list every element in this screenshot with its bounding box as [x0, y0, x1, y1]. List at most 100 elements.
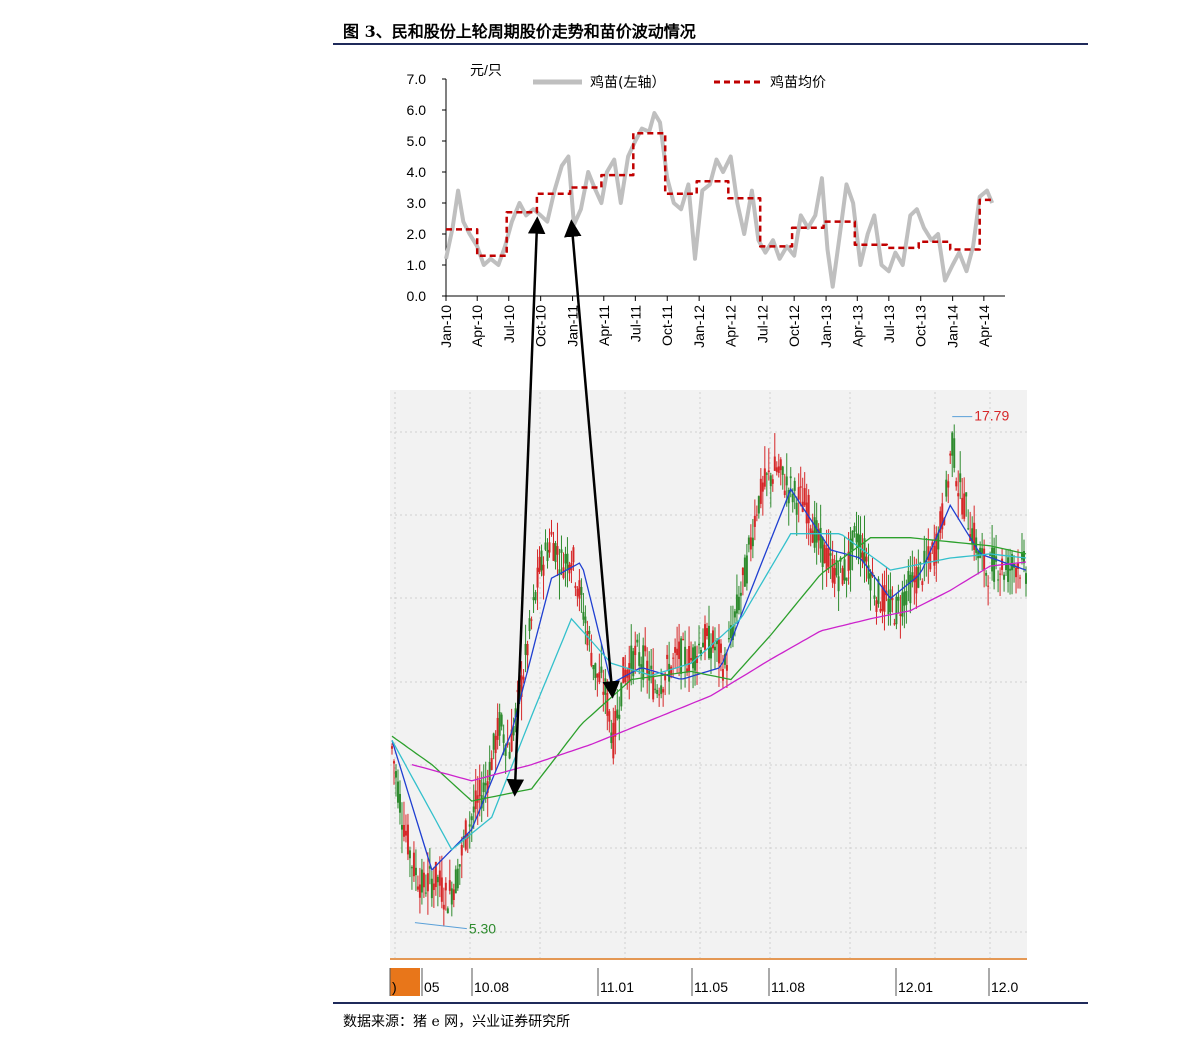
top-y-tick-label: 7.0 [407, 71, 427, 87]
candle-body [1005, 564, 1008, 571]
candle-body [560, 549, 563, 553]
candle-body [997, 579, 1000, 581]
candle-body [618, 714, 621, 720]
candle-body [692, 647, 695, 669]
candle-body [749, 537, 752, 550]
candle-body [456, 868, 459, 889]
candle-body [418, 884, 421, 898]
candle-body [727, 638, 730, 640]
kline-x-tick-label: 10.08 [474, 979, 509, 995]
candle-body [735, 594, 738, 614]
top-y-tick-label: 4.0 [407, 164, 427, 180]
candle-body [965, 492, 968, 497]
candle-body [719, 643, 722, 653]
candle-body [915, 567, 918, 594]
candle-body [967, 528, 970, 530]
candle-body [674, 647, 677, 653]
figure-canvas: 0.0 1.0 2.0 3.0 4.0 5.0 6.0 7.0 Jan-10 Apr-10 Jul… [389, 62, 1027, 997]
high-price-label: 17.79 [974, 408, 1009, 424]
candle-body [412, 852, 415, 877]
candle-body [576, 588, 579, 597]
candle-body [827, 547, 830, 567]
candle-body [594, 663, 597, 678]
candle-body [416, 886, 419, 890]
candle-body [983, 548, 986, 571]
candle-body [482, 782, 485, 793]
candle-body [446, 908, 449, 914]
candle-body [917, 566, 920, 588]
candle-body [588, 630, 591, 635]
candle-body [711, 630, 714, 649]
candle-body [548, 542, 551, 553]
candle-body [783, 490, 786, 496]
candle-body [430, 878, 433, 899]
candle-body [1019, 577, 1022, 579]
candle-body [775, 467, 778, 472]
candle-body [654, 688, 657, 690]
candle-body [414, 867, 417, 876]
candle-body [815, 520, 818, 543]
candle-body [690, 657, 693, 661]
candle-body [458, 864, 461, 867]
candle-body [741, 567, 744, 576]
candle-body [524, 643, 527, 655]
candle-body [602, 691, 605, 695]
candle-body [676, 648, 679, 656]
candle-body [702, 642, 705, 648]
candle-body [470, 816, 473, 821]
candle-body [452, 889, 455, 900]
candle-body [688, 646, 691, 673]
candle-body [745, 555, 748, 584]
candle-body [400, 825, 403, 830]
candle-body [590, 652, 593, 666]
candle-body [592, 665, 595, 670]
candle-body [761, 482, 764, 492]
series-line-chick-price [444, 111, 995, 289]
candle-body [584, 616, 587, 624]
candle-body [582, 611, 585, 620]
candle-body [644, 645, 647, 652]
candle-body [795, 502, 798, 515]
candle-body [550, 531, 553, 535]
candle-body [767, 470, 770, 473]
top-y-tick-label: 6.0 [407, 102, 427, 118]
candle-body [953, 438, 956, 468]
candle-body [933, 545, 936, 566]
candle-body [612, 722, 615, 759]
candle-body [408, 850, 411, 859]
source-rule [333, 1002, 1088, 1004]
candle-body [947, 481, 950, 488]
top-x-tick-label: Jul-10 [501, 305, 517, 343]
candle-body [781, 466, 784, 475]
unit-label: 元/只 [470, 62, 502, 78]
candle-body [536, 567, 539, 588]
candle-body [709, 647, 712, 659]
candle-body [620, 682, 623, 707]
candle-body [580, 586, 583, 595]
candle-body [789, 476, 792, 479]
candle-body [831, 558, 834, 583]
candle-body [739, 592, 742, 596]
candle-body [604, 678, 607, 695]
candle-body [811, 530, 814, 543]
candle-body [999, 573, 1002, 575]
candle-body [554, 543, 557, 563]
candle-body [807, 494, 810, 524]
top-x-tick-label: Apr-14 [976, 305, 992, 347]
candle-body [725, 665, 728, 671]
candle-body [1009, 568, 1012, 571]
candle-body [658, 694, 661, 696]
candle-body [538, 556, 541, 572]
candle-body [698, 643, 701, 646]
candle-body [717, 639, 720, 664]
candle-body [454, 869, 457, 894]
candle-body [803, 488, 806, 506]
candle-body [488, 761, 491, 781]
candle-body [404, 830, 407, 836]
candle-body [436, 876, 439, 883]
candle-body [751, 537, 754, 547]
candle-body [737, 596, 740, 611]
candle-body [821, 537, 824, 567]
candle-body [923, 550, 926, 564]
candle-body [540, 550, 543, 571]
